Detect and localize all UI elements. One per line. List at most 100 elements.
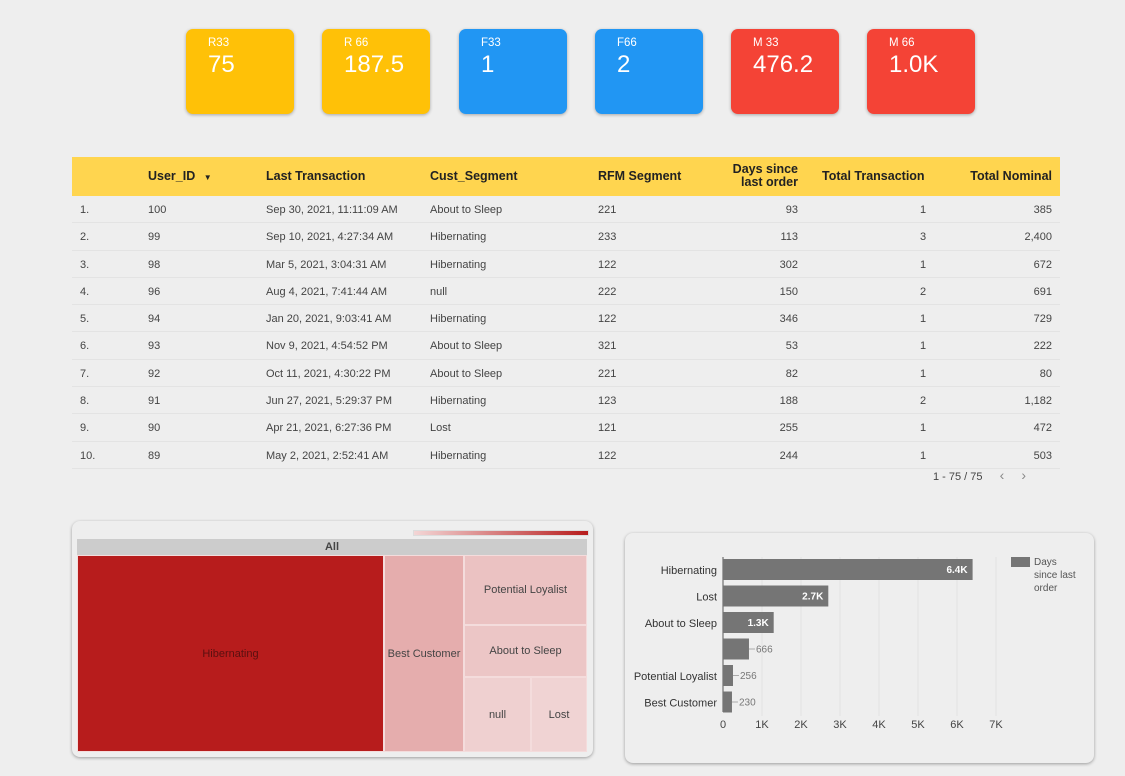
cell-user-id: 94 <box>148 313 161 326</box>
treemap-cell-hibernating[interactable]: Hibernating <box>77 555 384 752</box>
x-tick-label: 7K <box>989 719 1003 731</box>
cell-total-transaction: 1 <box>920 258 927 271</box>
prev-page-icon[interactable]: ‹ <box>1000 467 1005 483</box>
cell-last-transaction: May 2, 2021, 2:52:41 AM <box>266 449 389 462</box>
cell-cust-segment: Hibernating <box>430 395 487 408</box>
cell-total-nominal: 222 <box>1033 340 1052 353</box>
cell-cust-segment: About to Sleep <box>430 340 503 353</box>
bar[interactable] <box>723 559 973 580</box>
cell-user-id: 96 <box>148 285 161 298</box>
legend-label: since last <box>1034 570 1076 581</box>
cell-last-transaction: Oct 11, 2021, 4:30:22 PM <box>266 367 391 380</box>
cell-last-transaction: Sep 10, 2021, 4:27:34 AM <box>266 231 394 244</box>
cell-total-nominal: 385 <box>1033 204 1052 216</box>
table-row[interactable]: 7. 92 Oct 11, 2021, 4:30:22 PM About to Sle… <box>72 360 1060 388</box>
treemap-cell-about-to-sleep[interactable]: About to Sleep <box>464 625 587 677</box>
cell-rfm-segment: 222 <box>598 285 617 298</box>
cell-row-number: 5. <box>80 313 90 326</box>
column-header-cust-segment[interactable]: Cust_Segment <box>430 170 518 183</box>
cell-rfm-segment: 122 <box>598 258 617 271</box>
table-row[interactable]: 9. 90 Apr 21, 2021, 6:27:36 PM Lost 121 255 1 4… <box>72 414 1060 442</box>
column-header-rfm-segment[interactable]: RFM Segment <box>598 170 681 183</box>
scorecard-m33: M 33 476.2 <box>731 29 839 114</box>
scorecard-f33: F33 1 <box>459 29 567 114</box>
cell-total-nominal: 729 <box>1033 313 1052 326</box>
column-header-user-id[interactable]: User_ID ▼ <box>148 170 212 184</box>
cell-cust-segment: Lost <box>430 422 451 435</box>
legend-swatch <box>1011 557 1030 567</box>
table-body: 1. 100 Sep 30, 2021, 11:11:09 AM About to S… <box>72 196 1060 469</box>
table-row[interactable]: 3. 98 Mar 5, 2021, 3:04:31 AM Hibernating 12… <box>72 251 1060 278</box>
column-header-total-nominal[interactable]: Total Nominal <box>970 170 1052 183</box>
cell-days-since-last-order: 150 <box>779 285 798 298</box>
table-row[interactable]: 2. 99 Sep 10, 2021, 4:27:34 AM Hibernating 2… <box>72 223 1060 251</box>
scorecard-r66: R 66 187.5 <box>322 29 430 114</box>
cell-last-transaction: Jun 27, 2021, 5:29:37 PM <box>266 395 392 408</box>
cell-user-id: 99 <box>148 231 161 244</box>
cell-days-since-last-order: 93 <box>785 204 798 216</box>
next-page-icon[interactable]: › <box>1021 467 1026 483</box>
cell-row-number: 10. <box>80 449 96 462</box>
cell-rfm-segment: 321 <box>598 340 617 353</box>
cell-days-since-last-order: 53 <box>785 340 798 353</box>
table-row[interactable]: 5. 94 Jan 20, 2021, 9:03:41 AM Hibernating 1… <box>72 305 1060 333</box>
table-row[interactable]: 6. 93 Nov 9, 2021, 4:54:52 PM About to Slee… <box>72 332 1060 360</box>
table-row[interactable]: 1. 100 Sep 30, 2021, 11:11:09 AM About to S… <box>72 196 1060 224</box>
scorecard-value: 2 <box>617 51 631 78</box>
x-tick-label: 6K <box>950 719 964 731</box>
cell-rfm-segment: 123 <box>598 395 617 408</box>
table-row[interactable]: 10. 89 May 2, 2021, 2:52:41 AM Hibernating 1… <box>72 442 1060 469</box>
table-row[interactable]: 8. 91 Jun 27, 2021, 5:29:37 PM Hibernating 1… <box>72 387 1060 415</box>
column-header-total-transaction[interactable]: Total Transaction <box>822 170 925 183</box>
x-tick-label: 1K <box>755 719 769 731</box>
cell-total-transaction: 3 <box>920 231 927 244</box>
column-header-last-transaction[interactable]: Last Transaction <box>266 170 365 183</box>
cell-cust-segment: null <box>430 285 448 298</box>
category-label: About to Sleep <box>645 618 717 630</box>
cell-row-number: 7. <box>80 367 90 380</box>
scorecard-label: M 33 <box>753 37 779 49</box>
cell-cust-segment: Hibernating <box>430 231 487 244</box>
category-label: Potential Loyalist <box>634 671 717 683</box>
cell-user-id: 93 <box>148 340 161 353</box>
data-label: 2.7K <box>802 592 824 603</box>
bar[interactable] <box>723 638 749 660</box>
cell-last-transaction: Nov 9, 2021, 4:54:52 PM <box>266 340 388 353</box>
bar[interactable] <box>723 665 733 686</box>
cell-row-number: 9. <box>80 422 90 435</box>
cell-rfm-segment: 122 <box>598 449 617 462</box>
cell-row-number: 6. <box>80 340 90 353</box>
cell-user-id: 98 <box>148 258 161 271</box>
cell-days-since-last-order: 113 <box>780 231 798 244</box>
table-row[interactable]: 4. 96 Aug 4, 2021, 7:41:44 AM null 222 150 2 69… <box>72 278 1060 306</box>
treemap-cell-label: Potential Loyalist <box>483 584 568 596</box>
bar[interactable] <box>723 691 732 713</box>
data-label: 1.3K <box>748 618 770 629</box>
cell-cust-segment: Hibernating <box>430 313 487 326</box>
cell-total-nominal: 503 <box>1033 449 1052 462</box>
treemap-card: All Hibernating Best Customer Potential … <box>72 521 593 757</box>
pagination: 1 - 75 / 75 ‹ › <box>933 467 1040 483</box>
pagination-range: 1 - 75 / 75 <box>933 471 983 483</box>
scorecard-label: F66 <box>617 37 637 49</box>
column-header-days-since-last-order[interactable]: Days since last order <box>733 163 798 189</box>
treemap-root-header[interactable]: All <box>77 539 587 555</box>
cell-total-transaction: 1 <box>920 449 927 462</box>
cell-last-transaction: Apr 21, 2021, 6:27:36 PM <box>266 422 392 435</box>
cell-total-transaction: 1 <box>920 367 927 380</box>
cell-days-since-last-order: 302 <box>779 258 798 271</box>
scorecard-value: 1.0K <box>889 51 939 78</box>
cell-days-since-last-order: 244 <box>779 449 798 462</box>
cell-user-id: 91 <box>148 395 161 408</box>
cell-rfm-segment: 122 <box>598 313 617 326</box>
treemap-cell-lost[interactable]: Lost <box>531 677 587 752</box>
table-header: User_ID ▼ Last Transaction Cust_Segment … <box>72 157 1060 196</box>
treemap-cell-best-customer[interactable]: Best Customer <box>384 555 464 752</box>
scorecard-value: 75 <box>208 51 235 78</box>
sort-desc-icon[interactable]: ▼ <box>204 173 212 182</box>
cell-total-transaction: 1 <box>920 313 927 326</box>
scorecard-r33: R33 75 <box>186 29 294 114</box>
treemap-cell-null[interactable]: null <box>464 677 531 752</box>
cell-total-transaction: 1 <box>920 340 927 353</box>
treemap-cell-potential-loyalist[interactable]: Potential Loyalist <box>464 555 587 625</box>
